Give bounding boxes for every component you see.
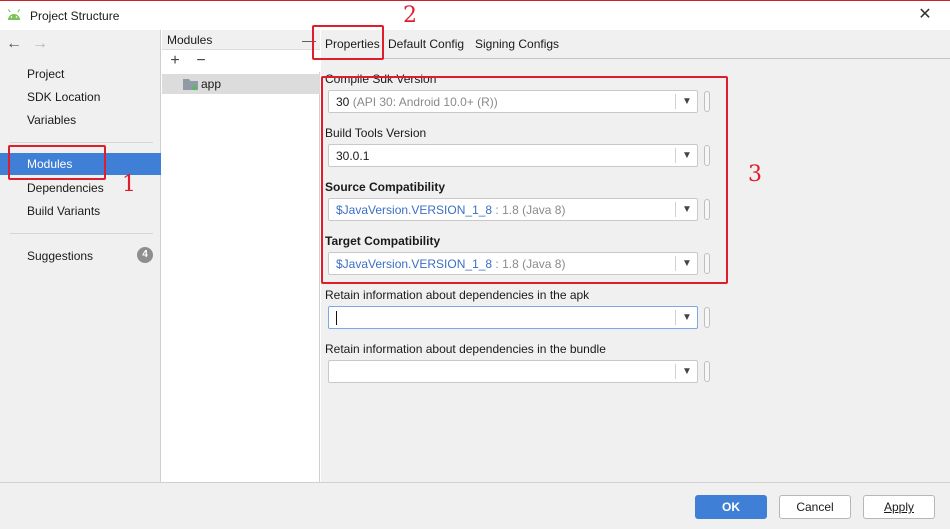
nav-divider	[10, 233, 153, 234]
android-icon	[7, 9, 21, 20]
remove-module-icon[interactable]: −	[192, 51, 210, 71]
tab-signing-configs[interactable]: Signing Configs	[475, 37, 559, 51]
modules-panel-title: Modules	[167, 33, 213, 47]
annotation-number-1: 1	[122, 172, 136, 197]
combo-divider	[675, 364, 676, 379]
retain-apk-combo[interactable]: ▼	[328, 306, 698, 329]
ok-button[interactable]: OK	[695, 495, 767, 519]
combo-side-handle[interactable]	[704, 361, 710, 382]
apply-button[interactable]: Apply	[863, 495, 935, 519]
annotation-box-fields	[321, 76, 728, 284]
module-folder-icon	[183, 79, 198, 91]
tab-default-config[interactable]: Default Config	[388, 37, 464, 51]
nav-item-dependencies[interactable]: Dependencies	[0, 177, 161, 199]
module-item-app[interactable]: app	[162, 74, 320, 94]
back-arrow-icon[interactable]: ←	[6, 34, 24, 54]
nav-item-variables[interactable]: Variables	[0, 109, 161, 131]
close-icon[interactable]: ✕	[918, 5, 932, 25]
nav-item-project[interactable]: Project	[0, 63, 161, 85]
nav-item-sdk-location[interactable]: SDK Location	[0, 86, 161, 108]
module-item-label: app	[201, 77, 222, 91]
retain-apk-label: Retain information about dependencies in…	[325, 288, 590, 302]
nav-item-build-variants[interactable]: Build Variants	[0, 200, 161, 222]
title-bar: Project Structure ✕	[0, 1, 950, 30]
annotation-box-properties	[312, 25, 384, 60]
chevron-down-icon[interactable]: ▼	[678, 365, 696, 379]
modules-toolbar: + −	[162, 50, 320, 72]
add-module-icon[interactable]: +	[166, 51, 184, 71]
retain-bundle-label: Retain information about dependencies in…	[325, 342, 606, 356]
combo-divider	[675, 310, 676, 325]
modules-panel-header: Modules —	[162, 30, 320, 50]
annotation-number-2: 2	[403, 3, 417, 28]
combo-side-handle[interactable]	[704, 307, 710, 328]
module-tabs: Properties Default Config Signing Config…	[321, 30, 950, 58]
suggestions-count-badge: 4	[137, 247, 153, 263]
window-title: Project Structure	[30, 9, 120, 23]
retain-bundle-combo[interactable]: ▼	[328, 360, 698, 383]
project-structure-nav: ← → Project SDK Location Variables Modul…	[0, 30, 161, 482]
annotation-number-3: 3	[748, 162, 762, 187]
chevron-down-icon[interactable]: ▼	[678, 311, 696, 325]
dialog-button-bar: OK Cancel Apply	[0, 482, 950, 529]
cancel-button[interactable]: Cancel	[779, 495, 851, 519]
forward-arrow-icon[interactable]: →	[32, 34, 50, 54]
annotation-box-modules	[8, 145, 106, 180]
modules-panel: Modules — + − app	[162, 30, 320, 482]
text-caret	[336, 311, 337, 325]
nav-divider	[10, 142, 153, 143]
